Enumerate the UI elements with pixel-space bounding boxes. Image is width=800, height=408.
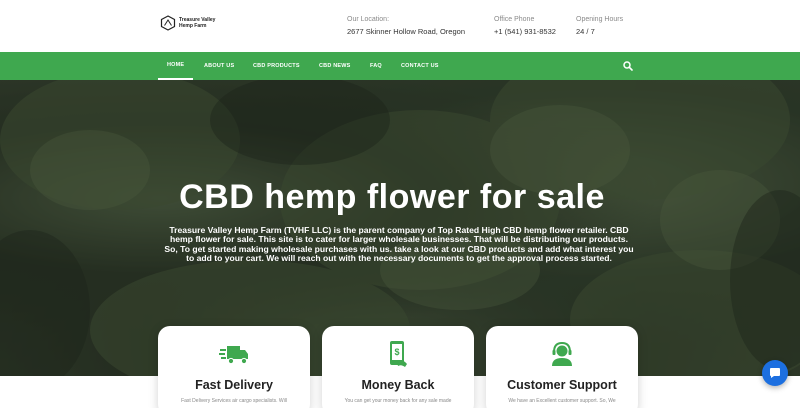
nav-cbd-news[interactable]: CBD NEWS xyxy=(319,52,351,80)
nav-cbd-products[interactable]: CBD PRODUCTS xyxy=(253,52,300,80)
search-icon[interactable] xyxy=(623,61,633,71)
feature-card-text: You can get your money back for any sale… xyxy=(344,398,452,404)
nav-contact-us[interactable]: CONTACT US xyxy=(401,52,439,80)
hours-label: Opening Hours xyxy=(576,16,624,23)
feature-card-customer-support: Customer Support We have an Excellent cu… xyxy=(486,326,638,408)
customer-support-icon xyxy=(552,341,572,366)
feature-card-title: Customer Support xyxy=(507,378,617,392)
site-header: Treasure Valley Hemp Farm Our Location: … xyxy=(0,0,800,52)
hours-info: Opening Hours 24 / 7 xyxy=(576,15,623,36)
feature-card-text: We have an Excellent customer support. S… xyxy=(508,398,616,404)
phone-value[interactable]: +1 (541) 931-8532 xyxy=(494,27,556,36)
nav-about-us[interactable]: ABOUT US xyxy=(204,52,234,80)
location-info: Our Location: 2677 Skinner Hollow Road, … xyxy=(347,15,465,36)
main-nav: HOME ABOUT US CBD PRODUCTS CBD NEWS FAQ … xyxy=(0,52,800,80)
nav-faq[interactable]: FAQ xyxy=(370,52,382,80)
site-logo[interactable]: Treasure Valley Hemp Farm xyxy=(160,15,219,31)
location-value: 2677 Skinner Hollow Road, Oregon xyxy=(347,27,465,36)
delivery-truck-icon xyxy=(219,346,248,365)
chat-button[interactable] xyxy=(762,360,788,386)
hero-title: CBD hemp flower for sale xyxy=(179,178,605,216)
money-back-icon: $ xyxy=(390,341,407,367)
feature-card-fast-delivery: Fast Delivery Fast Delivery Services air… xyxy=(158,326,310,408)
feature-card-title: Money Back xyxy=(361,378,435,392)
feature-card-text: Fast Delivery Services air cargo special… xyxy=(181,398,287,404)
svg-text:$: $ xyxy=(394,347,399,357)
phone-label: Office Phone xyxy=(494,16,535,23)
hours-value: 24 / 7 xyxy=(576,27,595,36)
hero-description: Treasure Valley Hemp Farm (TVHF LLC) is … xyxy=(164,225,634,264)
phone-info: Office Phone +1 (541) 931-8532 xyxy=(494,15,556,36)
nav-home[interactable]: HOME xyxy=(158,52,194,80)
hexagon-logo-icon xyxy=(160,15,176,31)
feature-card-money-back: $ Money Back You can get your money back… xyxy=(322,326,474,408)
feature-card-title: Fast Delivery xyxy=(195,378,273,392)
location-label: Our Location: xyxy=(347,16,390,23)
logo-text: Treasure Valley Hemp Farm xyxy=(179,17,216,29)
chat-icon xyxy=(770,368,780,378)
